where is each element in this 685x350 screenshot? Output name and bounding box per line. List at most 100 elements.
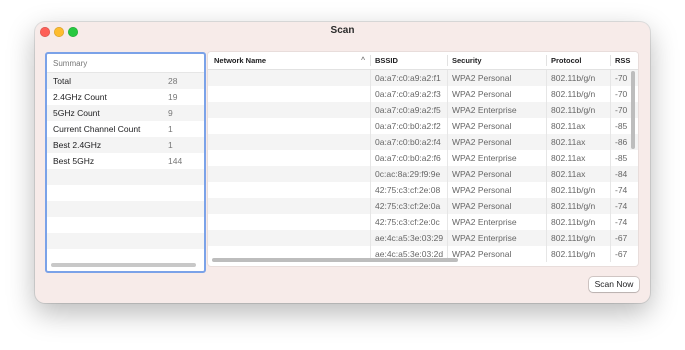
cell-divider	[546, 150, 547, 166]
cell-divider	[370, 166, 371, 182]
rss-cell: -84	[615, 169, 628, 179]
network-row[interactable]: 0a:a7:c0:a9:a2:f3 WPA2 Personal 802.11b/g/…	[208, 86, 638, 102]
summary-empty-row[interactable]	[47, 217, 204, 233]
network-row[interactable]: 0a:a7:c0:b0:a2:f2 WPA2 Personal 802.11ax -8…	[208, 118, 638, 134]
rss-cell: -70	[615, 89, 628, 99]
cell-divider	[546, 198, 547, 214]
chevron-up-icon[interactable]: ^	[361, 52, 365, 69]
protocol-cell: 802.11b/g/n	[551, 233, 596, 243]
scan-now-button[interactable]: Scan Now	[589, 277, 639, 292]
cell-divider	[447, 198, 448, 214]
summary-row[interactable]: Best 5GHz 144	[47, 153, 204, 169]
network-row[interactable]: 0a:a7:c0:b0:a2:f6 WPA2 Enterprise 802.11ax…	[208, 150, 638, 166]
cell-divider	[546, 182, 547, 198]
rss-cell: -74	[615, 201, 628, 211]
network-name-cell	[214, 150, 366, 166]
network-row[interactable]: 42:75:c3:cf:2e:08 WPA2 Personal 802.11b/g/…	[208, 182, 638, 198]
cell-divider	[610, 182, 611, 198]
summary-row[interactable]: 2.4GHz Count 19	[47, 89, 204, 105]
cell-divider	[610, 118, 611, 134]
network-table-header: Network Name ^ BSSID Security Protocol R…	[208, 52, 638, 70]
bssid-cell: 42:75:c3:cf:2e:0c	[375, 217, 440, 227]
security-cell: WPA2 Personal	[452, 137, 512, 147]
rss-cell: -74	[615, 217, 628, 227]
summary-empty-row[interactable]	[47, 185, 204, 201]
summary-row[interactable]: Best 2.4GHz 1	[47, 137, 204, 153]
cell-divider	[610, 86, 611, 102]
network-row[interactable]: 0c:ac:8a:29:f9:9e WPA2 Personal 802.11ax -8…	[208, 166, 638, 182]
cell-divider	[610, 102, 611, 118]
cell-divider	[447, 134, 448, 150]
summary-row[interactable]: Current Channel Count 1	[47, 121, 204, 137]
summary-table[interactable]: Summary Total 28 2.4GHz Count 19 5GHz Count 9…	[45, 52, 206, 273]
network-row[interactable]: 0a:a7:c0:a9:a2:f1 WPA2 Personal 802.11b/g/…	[208, 70, 638, 86]
cell-divider	[370, 134, 371, 150]
bssid-cell: 0a:a7:c0:a9:a2:f5	[375, 105, 441, 115]
bssid-cell: 0c:ac:8a:29:f9:9e	[375, 169, 441, 179]
cell-divider	[610, 214, 611, 230]
protocol-cell: 802.11b/g/n	[551, 105, 596, 115]
security-cell: WPA2 Personal	[452, 169, 512, 179]
summary-empty-row[interactable]	[47, 233, 204, 249]
network-name-cell	[214, 134, 366, 150]
column-divider	[447, 55, 448, 66]
summary-empty-row[interactable]	[47, 169, 204, 185]
cell-divider	[610, 198, 611, 214]
column-header-protocol[interactable]: Protocol	[551, 52, 581, 69]
cell-divider	[610, 70, 611, 86]
summary-empty-row[interactable]	[47, 201, 204, 217]
cell-divider	[546, 230, 547, 246]
network-name-cell	[214, 86, 366, 102]
cell-divider	[546, 246, 547, 262]
protocol-cell: 802.11b/g/n	[551, 73, 596, 83]
network-row[interactable]: 0a:a7:c0:b0:a2:f4 WPA2 Personal 802.11ax -8…	[208, 134, 638, 150]
cell-divider	[370, 198, 371, 214]
cell-divider	[447, 102, 448, 118]
window-title: Scan	[330, 25, 355, 36]
summary-row[interactable]: 5GHz Count 9	[47, 105, 204, 121]
cell-divider	[610, 166, 611, 182]
cell-divider	[370, 86, 371, 102]
rss-cell: -67	[615, 233, 628, 243]
security-cell: WPA2 Enterprise	[452, 153, 517, 163]
cell-divider	[546, 70, 547, 86]
summary-label: Best 2.4GHz	[53, 140, 102, 150]
rss-cell: -70	[615, 105, 628, 115]
protocol-cell: 802.11b/g/n	[551, 249, 596, 259]
protocol-cell: 802.11b/g/n	[551, 185, 596, 195]
bssid-cell: 0a:a7:c0:b0:a2:f4	[375, 137, 441, 147]
summary-header[interactable]: Summary	[47, 54, 204, 73]
bssid-cell: 42:75:c3:cf:2e:08	[375, 185, 441, 195]
cell-divider	[546, 118, 547, 134]
cell-divider	[610, 246, 611, 262]
network-row[interactable]: 0a:a7:c0:a9:a2:f5 WPA2 Enterprise 802.11b/…	[208, 102, 638, 118]
summary-value: 9	[168, 108, 173, 118]
protocol-cell: 802.11ax	[551, 137, 586, 147]
network-table[interactable]: Network Name ^ BSSID Security Protocol R…	[208, 52, 638, 266]
summary-value: 28	[168, 76, 178, 86]
network-row[interactable]: 42:75:c3:cf:2e:0a WPA2 Personal 802.11b/g/…	[208, 198, 638, 214]
summary-value: 19	[168, 92, 178, 102]
protocol-cell: 802.11b/g/n	[551, 217, 596, 227]
column-header-network-name[interactable]: Network Name	[214, 52, 266, 69]
column-header-bssid[interactable]: BSSID	[375, 52, 398, 69]
cell-divider	[447, 150, 448, 166]
protocol-cell: 802.11b/g/n	[551, 201, 596, 211]
column-header-security[interactable]: Security	[452, 52, 482, 69]
column-divider	[546, 55, 547, 66]
summary-label: 5GHz Count	[53, 108, 100, 118]
column-divider	[370, 55, 371, 66]
security-cell: WPA2 Enterprise	[452, 105, 517, 115]
cell-divider	[447, 214, 448, 230]
rss-cell: -70	[615, 73, 628, 83]
network-row[interactable]: 42:75:c3:cf:2e:0c WPA2 Enterprise 802.11b/…	[208, 214, 638, 230]
network-table-vertical-scrollbar[interactable]	[631, 71, 635, 149]
network-row[interactable]: ae:4c:a5:3e:03:29 WPA2 Enterprise 802.11b/…	[208, 230, 638, 246]
network-table-horizontal-scrollbar[interactable]	[212, 258, 458, 262]
summary-label: Total	[53, 76, 71, 86]
security-cell: WPA2 Personal	[452, 185, 512, 195]
summary-row[interactable]: Total 28	[47, 73, 204, 89]
summary-horizontal-scrollbar[interactable]	[51, 263, 196, 267]
column-header-rss[interactable]: RSS	[615, 52, 630, 69]
cell-divider	[546, 214, 547, 230]
